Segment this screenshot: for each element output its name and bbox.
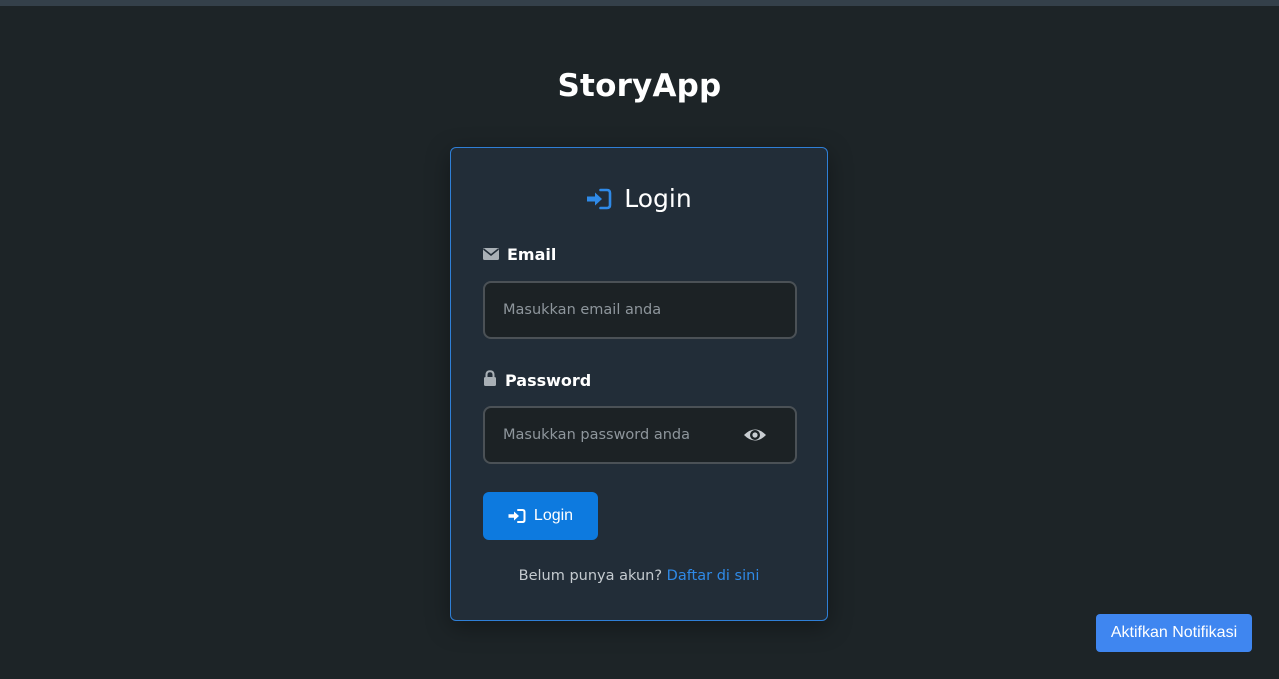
app-title: StoryApp — [557, 68, 722, 104]
login-card: Login Email Password — [450, 147, 828, 621]
email-label: Email — [483, 245, 556, 264]
eye-icon[interactable] — [743, 425, 767, 445]
password-label-text: Password — [505, 370, 592, 390]
email-field[interactable] — [503, 283, 743, 337]
lock-icon — [483, 370, 497, 390]
login-heading: Login — [451, 184, 827, 213]
password-label: Password — [483, 370, 591, 390]
password-field[interactable] — [503, 408, 743, 462]
sign-in-icon — [586, 187, 612, 211]
login-heading-text: Login — [624, 184, 692, 213]
envelope-icon — [483, 245, 499, 264]
login-button-label: Login — [533, 507, 574, 524]
email-label-text: Email — [507, 245, 557, 264]
top-strip — [0, 0, 1279, 6]
email-field-box[interactable] — [483, 281, 797, 339]
login-button[interactable]: Login — [483, 492, 598, 540]
password-field-box[interactable] — [483, 406, 797, 464]
register-prompt-text: Belum punya akun? — [518, 568, 663, 584]
register-link[interactable]: Daftar di sini — [667, 568, 760, 584]
sign-in-icon — [508, 508, 526, 524]
enable-notifications-button[interactable]: Aktifkan Notifikasi — [1096, 614, 1252, 652]
register-prompt: Belum punya akun? Daftar di sini — [451, 568, 827, 584]
